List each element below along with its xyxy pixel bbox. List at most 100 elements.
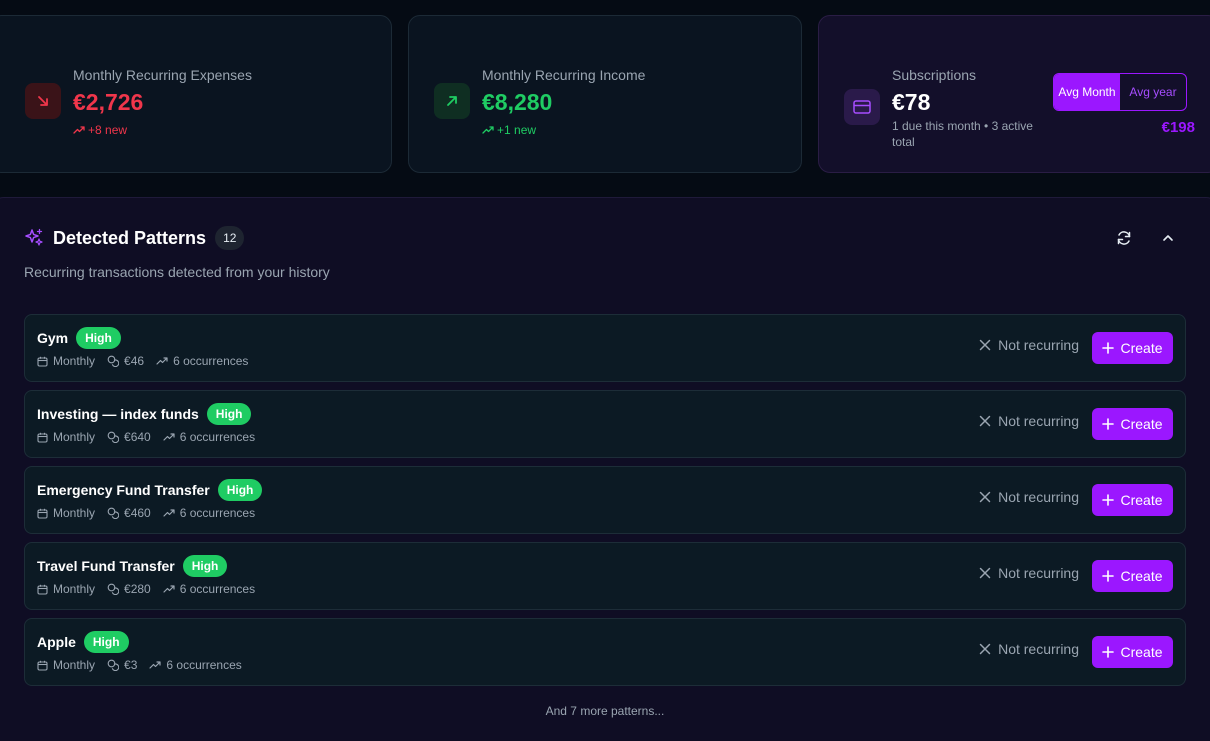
calendar-icon	[37, 660, 48, 671]
calendar-icon	[37, 356, 48, 367]
sparkles-icon	[24, 228, 44, 248]
avg-period-toggle: Avg Month Avg year	[1053, 73, 1187, 111]
pattern-amount: €460	[124, 506, 151, 520]
expenses-change: +8 new	[73, 123, 127, 137]
trending-up-icon	[482, 125, 494, 135]
trending-up-icon	[156, 356, 168, 366]
pattern-name: Apple	[37, 634, 76, 650]
plus-icon	[1102, 342, 1115, 354]
collapse-button[interactable]	[1156, 226, 1180, 250]
coins-icon	[107, 355, 120, 367]
not-recurring-label: Not recurring	[998, 489, 1079, 505]
patterns-list: Gym High Monthly €46 6 occurrences Not re…	[24, 314, 1186, 694]
create-button[interactable]: Create	[1092, 408, 1173, 440]
arrow-down-right-icon	[25, 83, 61, 119]
not-recurring-label: Not recurring	[998, 641, 1079, 657]
subscriptions-summary: 1 due this month • 3 active total	[892, 119, 1033, 149]
pattern-name: Emergency Fund Transfer	[37, 482, 210, 498]
close-icon	[979, 339, 991, 351]
close-icon	[979, 643, 991, 655]
pattern-occurrences: 6 occurrences	[179, 582, 256, 596]
plus-icon	[1102, 494, 1115, 506]
coins-icon	[107, 431, 120, 443]
coins-icon	[107, 659, 120, 671]
confidence-badge: High	[206, 403, 252, 425]
close-icon	[979, 415, 991, 427]
confidence-badge: High	[217, 479, 263, 501]
pattern-count-badge: 12	[215, 226, 245, 250]
income-card: Monthly Recurring Income €8,280 +1 new	[408, 15, 802, 173]
not-recurring-button[interactable]: Not recurring	[979, 641, 1079, 657]
pattern-occurrences: 6 occurrences	[179, 430, 256, 444]
income-value: €8,280	[482, 89, 553, 115]
pattern-frequency: Monthly	[53, 354, 96, 368]
pattern-amount: €280	[124, 582, 151, 596]
trending-up-icon	[163, 584, 175, 594]
not-recurring-label: Not recurring	[998, 565, 1079, 581]
credit-card-icon	[844, 89, 880, 125]
panel-header: Detected Patterns 12	[24, 226, 245, 250]
avg-month-option[interactable]: Avg Month	[1054, 74, 1120, 110]
pattern-name: Investing — index funds	[37, 406, 199, 422]
confidence-badge: High	[182, 555, 228, 577]
create-button[interactable]: Create	[1092, 484, 1173, 516]
plus-icon	[1102, 570, 1115, 582]
confidence-badge: High	[83, 631, 129, 653]
pattern-occurrences: 6 occurrences	[166, 658, 242, 672]
income-change: +1 new	[482, 123, 536, 137]
not-recurring-button[interactable]: Not recurring	[979, 565, 1079, 581]
pattern-occurrences: 6 occurrences	[173, 354, 249, 368]
create-button[interactable]: Create	[1092, 636, 1173, 668]
trending-up-icon	[149, 660, 161, 670]
trending-up-icon	[73, 125, 85, 135]
refresh-icon	[1116, 230, 1132, 246]
close-icon	[979, 567, 991, 579]
coins-icon	[107, 583, 120, 595]
refresh-button[interactable]	[1112, 226, 1136, 250]
subscriptions-title: Subscriptions	[892, 67, 977, 83]
avg-year-option[interactable]: Avg year	[1120, 74, 1186, 110]
pattern-row: Gym High Monthly €46 6 occurrences Not re…	[24, 314, 1186, 382]
income-title: Monthly Recurring Income	[482, 67, 646, 83]
pattern-row: Apple High Monthly €3 6 occurrences Not r…	[24, 618, 1186, 686]
calendar-icon	[37, 432, 48, 443]
expenses-title: Monthly Recurring Expenses	[73, 67, 252, 83]
pattern-row: Investing — index funds High Monthly €640…	[24, 390, 1186, 458]
create-label: Create	[1120, 568, 1163, 584]
expenses-change-text: +8 new	[88, 123, 128, 137]
not-recurring-button[interactable]: Not recurring	[979, 489, 1079, 505]
summary-cards: Monthly Recurring Expenses €2,726 +8 new…	[0, 15, 1210, 173]
plus-icon	[1102, 646, 1115, 658]
create-label: Create	[1120, 492, 1163, 508]
create-button[interactable]: Create	[1092, 332, 1173, 364]
panel-subtitle: Recurring transactions detected from you…	[24, 264, 330, 280]
not-recurring-label: Not recurring	[998, 337, 1079, 353]
plus-icon	[1102, 418, 1115, 430]
pattern-amount: €640	[124, 430, 151, 444]
pattern-row: Travel Fund Transfer High Monthly €280 6 …	[24, 542, 1186, 610]
pattern-name: Travel Fund Transfer	[37, 558, 175, 574]
avg-value: €198	[1161, 119, 1195, 136]
create-label: Create	[1120, 644, 1163, 660]
pattern-frequency: Monthly	[53, 430, 96, 444]
pattern-occurrences: 6 occurrences	[179, 506, 256, 520]
create-label: Create	[1120, 416, 1163, 432]
chevron-up-icon	[1161, 231, 1175, 245]
pattern-amount: €46	[124, 354, 145, 368]
trending-up-icon	[163, 432, 175, 442]
subscriptions-card: Subscriptions €78 1 due this month • 3 a…	[818, 15, 1210, 173]
pattern-frequency: Monthly	[53, 506, 96, 520]
income-change-text: +1 new	[497, 123, 537, 137]
expenses-card: Monthly Recurring Expenses €2,726 +8 new	[0, 15, 392, 173]
subscriptions-value: €78	[892, 89, 931, 115]
arrow-up-right-icon	[434, 83, 470, 119]
create-button[interactable]: Create	[1092, 560, 1173, 592]
pattern-frequency: Monthly	[53, 582, 96, 596]
expenses-value: €2,726	[73, 89, 144, 115]
not-recurring-button[interactable]: Not recurring	[979, 413, 1079, 429]
pattern-amount: €3	[124, 658, 138, 672]
trending-up-icon	[163, 508, 175, 518]
create-label: Create	[1120, 340, 1163, 356]
pattern-frequency: Monthly	[53, 658, 96, 672]
not-recurring-button[interactable]: Not recurring	[979, 337, 1079, 353]
